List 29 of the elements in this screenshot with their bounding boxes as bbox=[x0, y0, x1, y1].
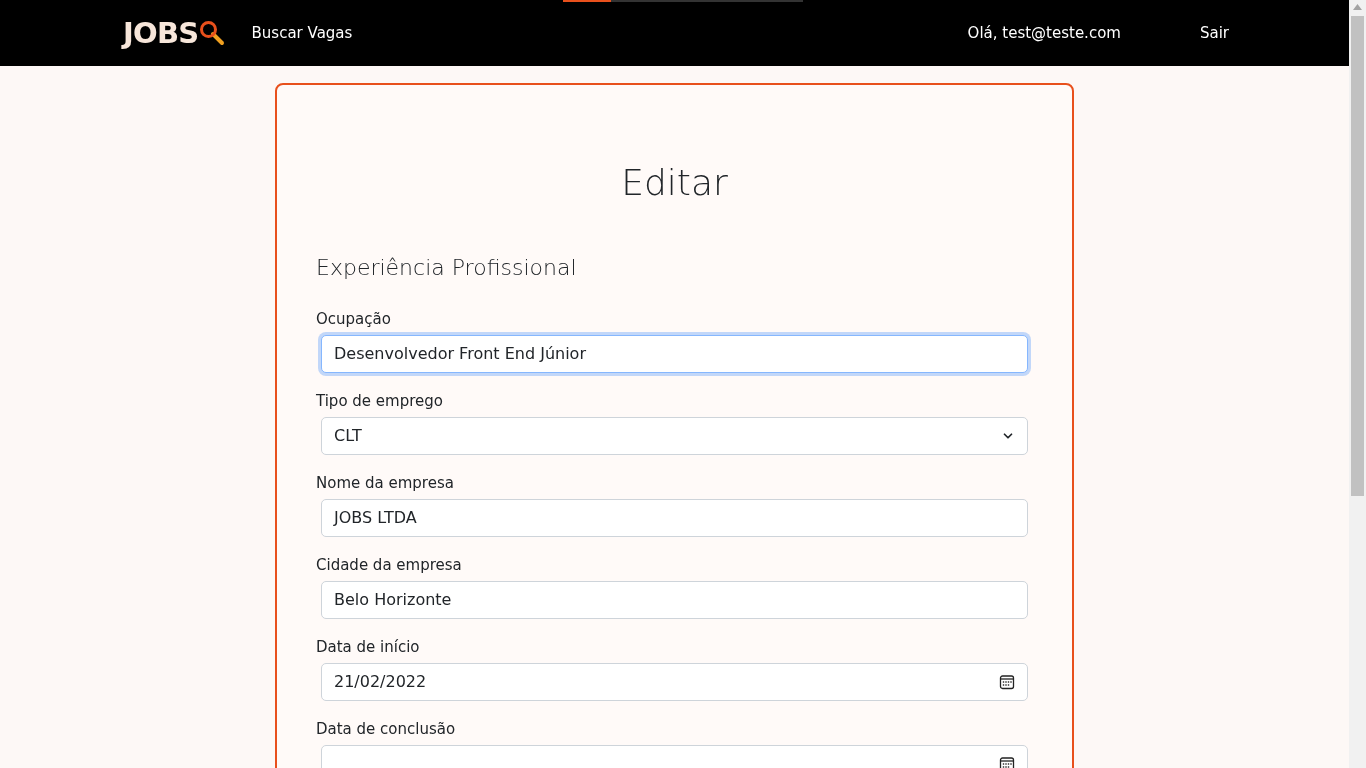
scroll-up-icon[interactable] bbox=[1353, 4, 1362, 10]
calendar-icon[interactable] bbox=[999, 674, 1015, 690]
field-label: Nome da empresa bbox=[316, 473, 455, 493]
logo[interactable]: JOBS bbox=[123, 18, 225, 48]
user-greeting: Olá, test@teste.com bbox=[967, 22, 1121, 44]
scrollbar[interactable] bbox=[1349, 0, 1366, 768]
field-value: 21/02/2022 bbox=[334, 671, 427, 693]
magnifier-icon bbox=[198, 20, 225, 46]
field-value: Belo Horizonte bbox=[334, 589, 452, 611]
field-label: Data de conclusão bbox=[316, 719, 457, 739]
select-dropdown[interactable]: CLT bbox=[321, 417, 1028, 455]
field-value: JOBS LTDA bbox=[334, 507, 417, 529]
field-value: CLT bbox=[334, 425, 362, 447]
field-label: Ocupação bbox=[316, 309, 392, 329]
logo-text: JOBS bbox=[123, 18, 199, 48]
section-title: Experiência Profissional bbox=[316, 254, 578, 282]
date-input[interactable]: 21/02/2022 bbox=[321, 663, 1028, 701]
calendar-icon[interactable] bbox=[999, 756, 1015, 768]
scroll-thumb[interactable] bbox=[1351, 16, 1364, 496]
page-title: Editar bbox=[620, 161, 729, 205]
field-value: Desenvolvedor Front End Júnior bbox=[334, 343, 586, 365]
field-label: Cidade da empresa bbox=[316, 555, 463, 575]
text-input[interactable]: Desenvolvedor Front End Júnior bbox=[321, 335, 1028, 373]
text-input[interactable]: JOBS LTDA bbox=[321, 499, 1028, 537]
field-label: Data de início bbox=[316, 637, 421, 657]
field-label: Tipo de emprego bbox=[316, 391, 444, 411]
text-input[interactable]: Belo Horizonte bbox=[321, 581, 1028, 619]
logout-link[interactable]: Sair bbox=[1199, 21, 1229, 45]
nav-link[interactable]: Buscar Vagas bbox=[251, 21, 353, 45]
